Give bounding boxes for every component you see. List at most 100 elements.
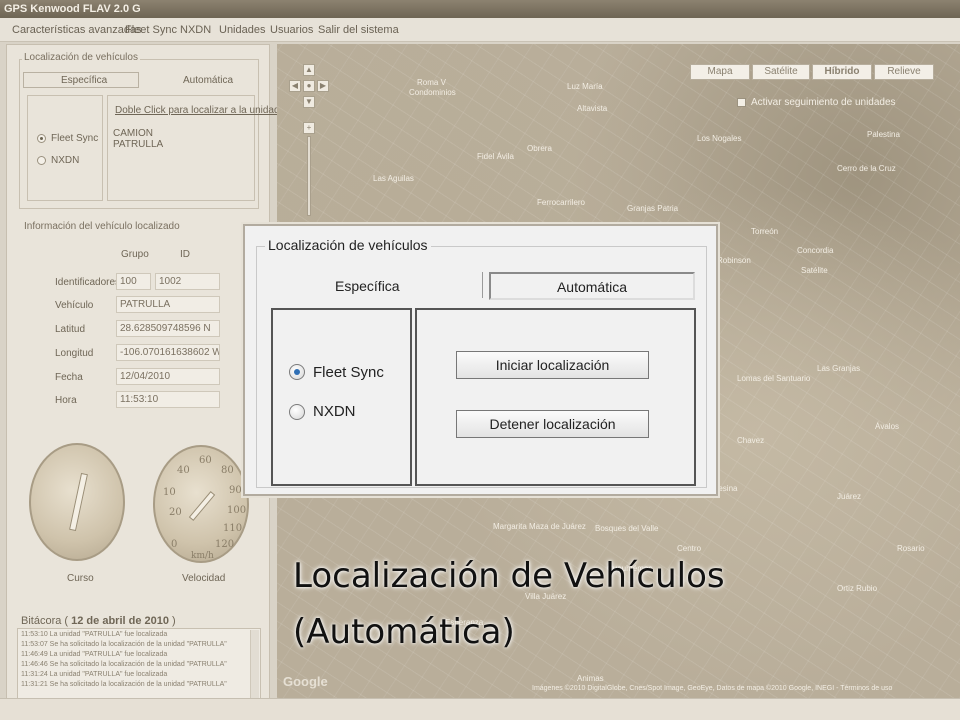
- hora-label: Hora: [55, 395, 77, 406]
- map-label: Obrera: [527, 144, 552, 153]
- menu-fleet-sync[interactable]: Fleet Sync: [125, 24, 177, 36]
- nxdn-radio[interactable]: [37, 156, 46, 165]
- log-entry: 11:46:49 La unidad "PATRULLA" fue locali…: [21, 651, 168, 658]
- id-field[interactable]: 1002: [155, 273, 220, 290]
- map-label: Las Aguilas: [373, 174, 414, 183]
- map-label: Granjas Patria: [627, 204, 679, 213]
- caption-line-2: (Automática): [293, 612, 515, 652]
- pan-down-icon[interactable]: ▼: [303, 96, 315, 108]
- stop-localization-button[interactable]: Detener localización: [456, 410, 649, 438]
- latitud-field[interactable]: 28.628509748596 N: [116, 320, 220, 337]
- zoom-group-title: Localización de vehículos: [265, 237, 431, 253]
- zoom-tab-especifica[interactable]: Específica: [335, 278, 400, 294]
- tab-automatica-small[interactable]: Automática: [183, 75, 233, 86]
- map-label: Condominios: [409, 88, 456, 97]
- map-type-relieve-button[interactable]: Relieve: [874, 64, 934, 80]
- pan-center-icon[interactable]: ●: [303, 80, 315, 92]
- window-title: GPS Kenwood FLAV 2.0 G: [0, 0, 960, 18]
- speed-tick: 20: [169, 507, 182, 518]
- log-entry: 11:31:21 Se ha solicitado la localizació…: [21, 681, 227, 688]
- speed-tick: 90: [229, 485, 242, 496]
- map-label: Rosario: [897, 544, 925, 553]
- speed-unit: km/h: [191, 551, 214, 561]
- map-label: Altavista: [577, 104, 608, 113]
- vehiculo-field[interactable]: PATRULLA: [116, 296, 220, 313]
- zoom-tab-automatica[interactable]: Automática: [489, 272, 695, 300]
- map-label: Satélite: [801, 266, 828, 275]
- map-label: Ferrocarrilero: [537, 198, 586, 207]
- pan-left-icon[interactable]: ◀: [289, 80, 301, 92]
- menu-salir[interactable]: Salir del sistema: [318, 24, 399, 36]
- pan-up-icon[interactable]: ▲: [303, 64, 315, 76]
- menu-usuarios[interactable]: Usuarios: [270, 24, 313, 36]
- speed-tick: 120: [215, 539, 235, 550]
- tracking-checkbox[interactable]: [737, 98, 746, 107]
- menu-unidades[interactable]: Unidades: [219, 24, 265, 36]
- map-label: Animas: [577, 674, 604, 683]
- vehiculo-label: Vehículo: [55, 300, 94, 311]
- longitud-label: Longitud: [55, 348, 94, 359]
- google-logo: Google: [283, 674, 328, 689]
- course-compass: [29, 443, 125, 561]
- log-entry: 11:31:24 La unidad "PATRULLA" fue locali…: [21, 671, 168, 678]
- speed-tick: 110: [223, 523, 243, 534]
- map-label: Fidel Ávila: [477, 152, 514, 161]
- zoom-action-panel: [415, 308, 696, 486]
- menu-caracteristicas[interactable]: Características avanzadas: [12, 24, 142, 36]
- map-label: Concordia: [797, 246, 834, 255]
- nxdn-label: NXDN: [51, 155, 80, 166]
- log-entry: 11:53:07 Se ha solicitado la localizació…: [21, 641, 227, 648]
- pan-right-icon[interactable]: ▶: [317, 80, 329, 92]
- map-attribution: Imágenes ©2010 DigitalGlobe, Cnes/Spot I…: [532, 685, 893, 692]
- zoom-radio-panel: [271, 308, 412, 486]
- bitacora-title: Bitácora ( 12 de abril de 2010 ): [21, 615, 176, 627]
- log-entry: 11:46:46 Se ha solicitado la localizació…: [21, 661, 227, 668]
- col-grupo: Grupo: [121, 249, 149, 260]
- map-type-mapa-button[interactable]: Mapa: [690, 64, 750, 80]
- speed-needle: [188, 491, 216, 521]
- longitud-field[interactable]: -106.070161638602 W: [116, 344, 220, 361]
- map-label: Juárez: [837, 492, 862, 501]
- localization-group-title: Localización de vehículos: [22, 52, 140, 63]
- speed-tick: 10: [163, 487, 176, 498]
- unit-item[interactable]: PATRULLA: [113, 139, 163, 150]
- speed-tick: 80: [221, 465, 234, 476]
- map-type-satelite-button[interactable]: Satélite: [752, 64, 810, 80]
- fecha-field[interactable]: 12/04/2010: [116, 368, 220, 385]
- zoom-in-icon[interactable]: +: [303, 122, 315, 134]
- zoom-tab-separator: [482, 272, 483, 298]
- map-label: Luz María: [567, 82, 603, 91]
- map-label: Los Nogales: [697, 134, 742, 143]
- locate-hint-link[interactable]: Doble Click para localizar a la unidad: [115, 105, 280, 116]
- hora-field[interactable]: 11:53:10: [116, 391, 220, 408]
- map-label: Robinson: [717, 256, 751, 265]
- fleet-sync-label: Fleet Sync: [51, 133, 99, 144]
- map-label: Centro: [677, 544, 702, 553]
- caption-line-1: Localización de Vehículos: [293, 556, 725, 596]
- zoom-fleet-sync-label: Fleet Sync: [313, 364, 384, 381]
- col-id: ID: [180, 249, 190, 260]
- menu-nxdn[interactable]: NXDN: [180, 24, 211, 36]
- speedometer: 20 10 40 60 80 90 100 110 120 0 km/h: [153, 445, 249, 563]
- start-localization-button[interactable]: Iniciar localización: [456, 351, 649, 379]
- map-label: Ortiz Rubio: [837, 584, 878, 593]
- localization-dialog-zoom: Localización de vehículos Específica Aut…: [243, 224, 718, 496]
- fleet-sync-radio[interactable]: [37, 134, 46, 143]
- status-footer: [0, 698, 960, 720]
- zoom-nxdn-label: NXDN: [313, 403, 356, 420]
- curso-label: Curso: [67, 573, 94, 584]
- tracking-label: Activar seguimiento de unidades: [751, 97, 896, 108]
- map-label: Ávalos: [875, 422, 900, 431]
- zoom-nxdn-radio[interactable]: [289, 404, 305, 420]
- zoom-fleet-sync-radio[interactable]: [289, 364, 305, 380]
- speed-tick: 40: [177, 465, 190, 476]
- map-label: Roma V: [417, 78, 446, 87]
- log-entry: 11:53:10 La unidad "PATRULLA" fue locali…: [21, 631, 168, 638]
- speed-tick: 60: [199, 455, 212, 466]
- map-label: Chavez: [737, 436, 765, 445]
- vehicle-info-title: Información del vehículo localizado: [22, 221, 182, 232]
- map-type-hibrido-button[interactable]: Híbrido: [812, 64, 872, 80]
- unit-item[interactable]: CAMION: [113, 128, 153, 139]
- zoom-slider[interactable]: [307, 136, 311, 216]
- grupo-field[interactable]: 100: [116, 273, 151, 290]
